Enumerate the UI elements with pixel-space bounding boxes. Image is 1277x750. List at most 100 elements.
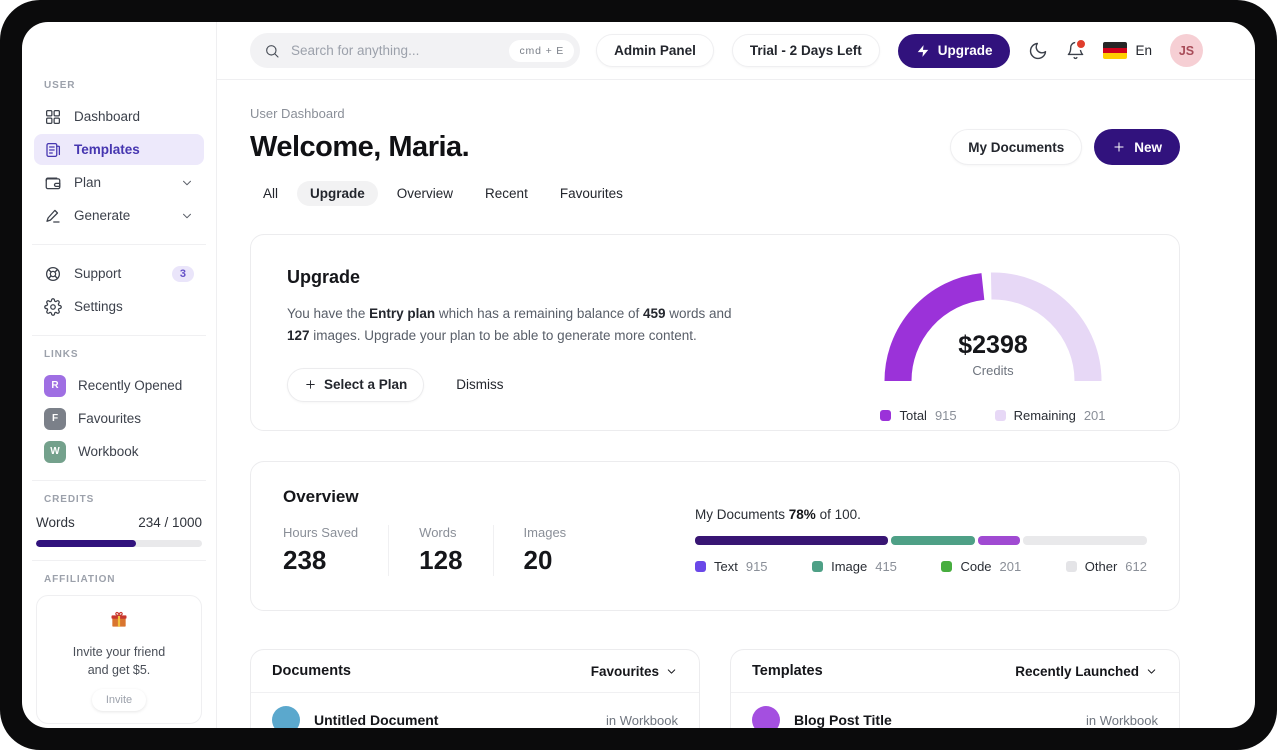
sidebar-divider bbox=[32, 244, 206, 245]
plan-wallet-icon bbox=[45, 176, 61, 189]
stat-words: Words 128 bbox=[419, 525, 494, 576]
affiliation-text: Invite your friend and get $5. bbox=[72, 645, 166, 678]
sidebar-item-dashboard[interactable]: Dashboard bbox=[34, 101, 204, 132]
link-initial-badge: F bbox=[44, 407, 66, 430]
upgrade-card-left: Upgrade You have the Entry plan which ha… bbox=[287, 267, 732, 402]
user-avatar[interactable]: JS bbox=[1170, 34, 1203, 67]
select-plan-button[interactable]: Select a Plan bbox=[287, 367, 425, 402]
plus-icon bbox=[1114, 142, 1124, 152]
sidebar-item-label: Support bbox=[74, 266, 122, 281]
upgrade-button[interactable]: Upgrade bbox=[897, 33, 1011, 68]
upgrade-card-body: You have the Entry plan which has a rema… bbox=[287, 306, 732, 343]
sidebar-item-support[interactable]: Support 3 bbox=[34, 258, 204, 289]
dashboard-grid-icon bbox=[45, 109, 61, 124]
dismiss-button[interactable]: Dismiss bbox=[450, 376, 509, 393]
sidebar-item-label: Favourites bbox=[78, 411, 142, 426]
sidebar-item-label: Templates bbox=[74, 142, 140, 157]
sidebar-divider bbox=[32, 335, 206, 336]
search-shortcut-badge: cmd + E bbox=[509, 39, 575, 62]
sidebar-item-templates[interactable]: Templates bbox=[34, 134, 204, 165]
sidebar-item-label: Workbook bbox=[78, 444, 139, 459]
sidebar-section-affiliation: AFFILIATION bbox=[44, 574, 116, 585]
app-window: USER Dashboard Templates Plan Generate S… bbox=[22, 22, 1255, 728]
tab-recent[interactable]: Recent bbox=[472, 181, 541, 206]
chevron-down-icon bbox=[183, 213, 191, 218]
template-row[interactable]: Blog Post Title in Workbook bbox=[731, 693, 1179, 728]
sidebar-link-workbook[interactable]: W Workbook bbox=[34, 436, 204, 467]
sidebar-link-favourites[interactable]: F Favourites bbox=[34, 403, 204, 434]
credits-label: Words bbox=[36, 515, 75, 530]
page-title: Welcome, Maria. bbox=[250, 130, 470, 163]
documents-filter-dropdown[interactable]: Favourites bbox=[591, 664, 678, 679]
overview-card: Overview Hours Saved 238 Words 128 Image… bbox=[250, 461, 1180, 611]
sidebar: USER Dashboard Templates Plan Generate S… bbox=[22, 22, 217, 728]
tab-favourites[interactable]: Favourites bbox=[547, 181, 636, 206]
search-icon bbox=[266, 44, 279, 58]
document-location: in Workbook bbox=[605, 712, 678, 728]
sidebar-divider bbox=[32, 560, 206, 561]
document-row[interactable]: Untitled Document in Workbook bbox=[251, 693, 699, 728]
legend-swatch bbox=[812, 561, 824, 572]
settings-gear-icon bbox=[44, 297, 62, 316]
gauge-legend: Total 915 Remaining 201 bbox=[880, 408, 1106, 423]
window-frame: USER Dashboard Templates Plan Generate S… bbox=[0, 0, 1277, 750]
moon-icon bbox=[1030, 42, 1047, 59]
link-initial-badge: R bbox=[44, 374, 66, 397]
gauge-value: $2398 bbox=[958, 331, 1028, 359]
sidebar-section-user: USER bbox=[44, 80, 76, 91]
search-bar[interactable]: cmd + E bbox=[250, 33, 581, 68]
bar-segment-code bbox=[977, 536, 1020, 545]
lightning-bolt-icon bbox=[917, 44, 928, 57]
sidebar-item-generate[interactable]: Generate bbox=[34, 200, 204, 231]
overview-stats: Hours Saved 238 Words 128 Images 20 bbox=[283, 525, 626, 576]
sidebar-section-credits: CREDITS bbox=[44, 494, 95, 505]
credits-words-row: Words 234 / 1000 bbox=[34, 515, 204, 530]
dark-mode-toggle[interactable] bbox=[1028, 41, 1048, 61]
gauge-label: Credits bbox=[972, 363, 1014, 378]
tab-all[interactable]: All bbox=[250, 181, 291, 206]
credits-gauge-chart: $2398 Credits Total 915 Remaining 201 bbox=[843, 267, 1143, 423]
legend-item-code: Code 201 bbox=[941, 559, 1021, 574]
documents-progress-chart: My Documents 78% of 100. Text 915 Image … bbox=[695, 487, 1147, 585]
stat-images: Images 20 bbox=[523, 525, 567, 575]
admin-panel-button[interactable]: Admin Panel bbox=[596, 34, 714, 67]
new-button[interactable]: New bbox=[1094, 129, 1180, 165]
credits-progress-track bbox=[36, 540, 202, 547]
affiliation-card: Invite your friend and get $5. Invite bbox=[36, 595, 202, 725]
overview-card-title: Overview bbox=[283, 487, 359, 506]
sidebar-item-plan[interactable]: Plan bbox=[34, 167, 204, 198]
sidebar-link-recently-opened[interactable]: R Recently Opened bbox=[34, 370, 204, 401]
notifications-button[interactable] bbox=[1066, 38, 1088, 60]
sidebar-item-settings[interactable]: Settings bbox=[34, 291, 204, 322]
templates-card: Templates Recently Launched Blog Post Ti… bbox=[730, 649, 1180, 728]
bar-segment-other bbox=[1022, 536, 1147, 545]
gauge-center: $2398 Credits bbox=[876, 331, 1110, 378]
trial-status-button[interactable]: Trial - 2 Days Left bbox=[731, 34, 880, 67]
language-label: En bbox=[1135, 43, 1152, 58]
bar-segment-text bbox=[695, 536, 888, 545]
breadcrumb: User Dashboard bbox=[250, 106, 345, 121]
legend-item-total: Total 915 bbox=[880, 408, 957, 423]
template-avatar bbox=[752, 706, 780, 728]
search-input[interactable] bbox=[289, 42, 501, 59]
credits-progress-fill bbox=[36, 540, 136, 547]
tab-overview[interactable]: Overview bbox=[384, 181, 466, 206]
sidebar-section-links: LINKS bbox=[44, 349, 79, 360]
chevron-down-icon bbox=[183, 180, 191, 185]
chevron-down-icon bbox=[1147, 668, 1156, 674]
templates-filter-dropdown[interactable]: Recently Launched bbox=[1015, 664, 1158, 679]
tab-upgrade[interactable]: Upgrade bbox=[297, 181, 378, 206]
invite-button[interactable]: Invite bbox=[91, 689, 147, 712]
header-actions: Admin Panel Trial - 2 Days Left Upgrade bbox=[596, 33, 1203, 68]
plus-icon bbox=[306, 380, 315, 389]
templates-card-title: Templates bbox=[752, 663, 823, 679]
legend-item-other: Other 612 bbox=[1065, 559, 1147, 574]
templates-document-icon bbox=[46, 142, 61, 157]
my-documents-button[interactable]: My Documents bbox=[950, 129, 1083, 165]
support-count-badge: 3 bbox=[171, 265, 194, 282]
template-name: Blog Post Title bbox=[794, 712, 892, 728]
sidebar-item-label: Recently Opened bbox=[78, 378, 183, 393]
legend-swatch bbox=[1065, 561, 1077, 572]
language-selector[interactable]: En bbox=[1103, 42, 1152, 59]
sidebar-item-label: Plan bbox=[74, 175, 102, 190]
